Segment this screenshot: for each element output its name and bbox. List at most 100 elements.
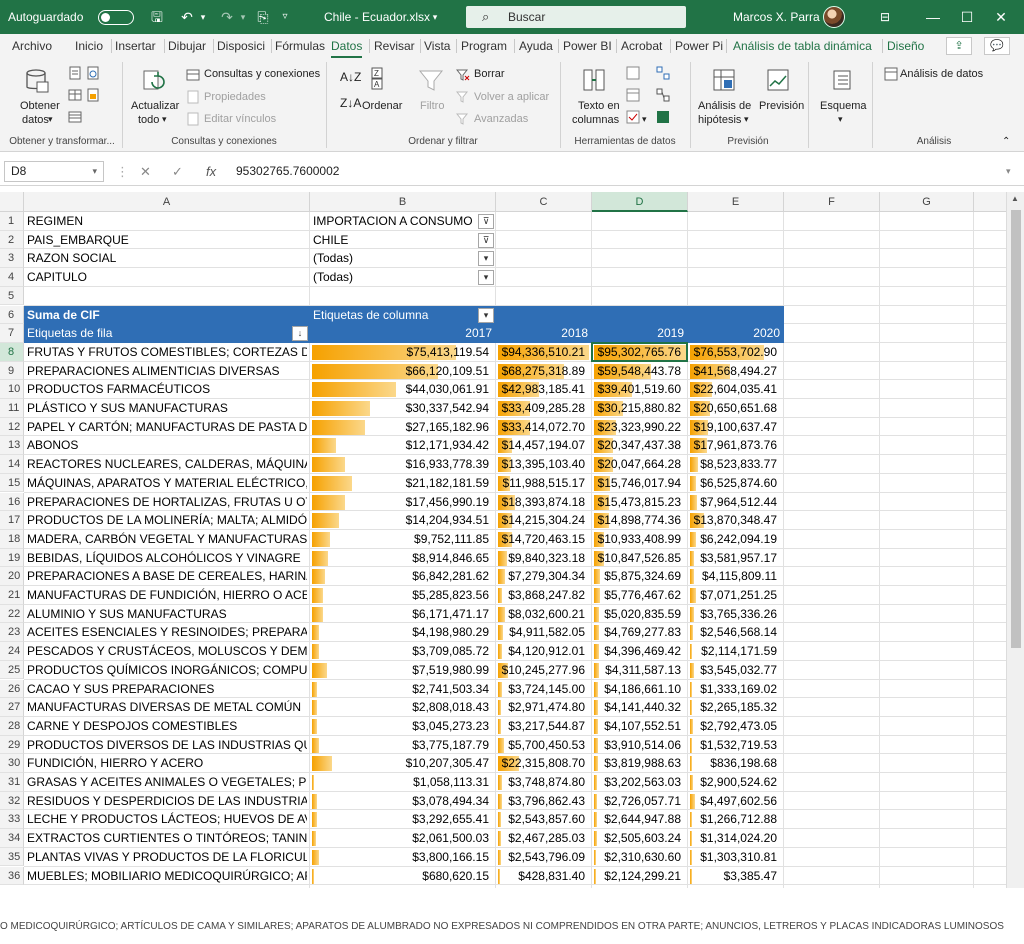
pivot-value-cell[interactable]: $6,242,094.19 <box>691 530 781 549</box>
analisis-datos-button[interactable]: Análisis de datos <box>900 68 983 80</box>
validation-chevron-icon[interactable]: ▾ <box>642 114 647 125</box>
pivot-value-cell[interactable]: $15,473,815.23 <box>595 493 685 512</box>
filter-active-icon[interactable]: ⊽ <box>478 214 494 229</box>
pivot-value-cell[interactable]: $4,141,440.32 <box>595 698 685 717</box>
pivot-value-cell[interactable]: $6,525,874.60 <box>691 474 781 493</box>
row-header[interactable]: 28 <box>0 716 24 736</box>
pivot-value-cell[interactable]: $428,831.40 <box>499 867 589 886</box>
pivot-row-label[interactable]: ALUMINIO Y SUS MANUFACTURAS <box>27 605 307 624</box>
column-labels-dropdown-button[interactable]: ▾ <box>478 307 494 323</box>
pivot-value-cell[interactable]: $14,720,463.15 <box>499 530 589 549</box>
queries-connections-icon[interactable] <box>186 68 200 82</box>
tab-analisis-tabla-dinamica[interactable]: Análisis de tabla dinámica <box>733 34 872 58</box>
tab-inicio[interactable]: Inicio <box>75 34 103 58</box>
pivot-value-cell[interactable]: $27,165,182.96 <box>313 418 493 437</box>
pivot-value-cell[interactable]: $3,217,544.87 <box>499 717 589 736</box>
pivot-row-label[interactable]: PLÁSTICO Y SUS MANUFACTURAS <box>27 399 307 418</box>
quick-access-icon[interactable]: ⎘ <box>252 0 274 34</box>
tab-archivo[interactable]: Archivo <box>12 34 52 58</box>
name-box[interactable]: D8 ▾ <box>4 161 104 182</box>
customize-toolbar-icon[interactable]: ▿ <box>278 0 292 34</box>
pivot-row-label[interactable]: MANUFACTURAS DIVERSAS DE METAL COMÚN <box>27 698 307 717</box>
select-all-corner[interactable] <box>0 192 24 212</box>
row-header[interactable]: 27 <box>0 698 24 717</box>
pivot-value-cell[interactable]: $1,303,310.81 <box>691 848 781 867</box>
row-header[interactable]: 25 <box>0 660 24 680</box>
forecast-sheet-icon[interactable] <box>766 68 792 94</box>
pivot-value-cell[interactable]: $41,568,494.27 <box>691 362 781 381</box>
sort-icon[interactable]: ZA <box>370 66 396 92</box>
pivot-value-cell[interactable]: $2,124,299.21 <box>595 867 685 886</box>
filtro-button[interactable]: Filtro <box>420 100 444 112</box>
column-header-d[interactable]: D <box>592 192 688 212</box>
pivot-row-label[interactable]: FUNDICIÓN, HIERRO Y ACERO <box>27 754 307 773</box>
pivot-value-cell[interactable]: $1,314,024.20 <box>691 829 781 848</box>
pivot-value-cell[interactable]: $5,700,450.53 <box>499 736 589 755</box>
sort-za-icon[interactable]: Z↓A <box>340 96 361 110</box>
redo-icon[interactable]: ↷ <box>216 0 238 34</box>
from-table-icon[interactable] <box>68 88 82 102</box>
row-header[interactable]: 36 <box>0 866 24 886</box>
pivot-value-cell[interactable]: $9,840,323.18 <box>499 549 589 568</box>
pivot-row-label[interactable]: PREPARACIONES ALIMENTICIAS DIVERSAS <box>27 362 307 381</box>
column-header-f[interactable]: F <box>784 192 880 212</box>
pivot-value-cell[interactable]: $13,870,348.47 <box>691 511 781 530</box>
row-header[interactable]: 18 <box>0 529 24 549</box>
outline-icon[interactable] <box>830 68 856 94</box>
pivot-value-cell[interactable]: $19,100,637.47 <box>691 418 781 437</box>
row-header[interactable]: 19 <box>0 548 24 568</box>
what-if-analysis-icon[interactable] <box>712 68 738 94</box>
row-header[interactable]: 10 <box>0 380 24 399</box>
minimize-icon[interactable]: — <box>918 0 948 34</box>
cancel-icon[interactable]: ✕ <box>140 161 151 182</box>
tab-vista[interactable]: Vista <box>424 34 450 58</box>
pivot-value-cell[interactable]: $7,279,304.34 <box>499 567 589 586</box>
pivot-value-cell[interactable]: $1,333,169.02 <box>691 680 781 699</box>
pivot-value-cell[interactable]: $5,776,467.62 <box>595 586 685 605</box>
pivot-row-label[interactable]: PRODUCTOS QUÍMICOS INORGÁNICOS; COMPUES <box>27 661 307 680</box>
esquema-chevron-icon[interactable]: ▾ <box>838 114 843 125</box>
pivot-value-cell[interactable]: $3,775,187.79 <box>313 736 493 755</box>
pivot-value-cell[interactable]: $2,726,057.71 <box>595 792 685 811</box>
tab-formulas[interactable]: Fórmulas <box>275 34 325 58</box>
pivot-value-cell[interactable]: $17,961,873.76 <box>691 436 781 455</box>
pivot-value-cell[interactable]: $2,265,185.32 <box>691 698 781 717</box>
pivot-value-cell[interactable]: $8,523,833.77 <box>691 455 781 474</box>
pivot-value-cell[interactable]: $94,336,510.21 <box>499 343 589 362</box>
undo-dropdown-icon[interactable]: ▾ <box>198 0 208 34</box>
pivot-row-label[interactable]: MÁQUINAS, APARATOS Y MATERIAL ELÉCTRICO,… <box>27 474 307 493</box>
remove-duplicates-icon[interactable] <box>626 88 640 102</box>
pivot-row-label[interactable]: PRODUCTOS DE LA MOLINERÍA; MALTA; ALMIDÓ… <box>27 511 307 530</box>
pivot-value-cell[interactable]: $21,182,181.59 <box>313 474 493 493</box>
obtener-datos-label[interactable]: Obtener <box>20 100 60 112</box>
avatar[interactable] <box>823 6 845 28</box>
worksheet-grid[interactable]: ABCDEFGH 1234567891011121314151617181920… <box>0 192 1006 888</box>
prevision-button[interactable]: Previsión <box>759 100 804 112</box>
undo-icon[interactable]: ↶ <box>176 0 198 34</box>
database-icon[interactable] <box>24 68 50 94</box>
row-header[interactable]: 16 <box>0 492 24 512</box>
tab-program[interactable]: Program <box>461 34 507 58</box>
text-to-columns-icon[interactable] <box>582 68 608 94</box>
todo-label[interactable]: todo <box>138 114 159 126</box>
filter-icon[interactable] <box>418 68 444 94</box>
pivot-row-label[interactable]: BEBIDAS, LÍQUIDOS ALCOHÓLICOS Y VINAGRE <box>27 549 307 568</box>
pivot-value-cell[interactable]: $4,107,552.51 <box>595 717 685 736</box>
enter-icon[interactable]: ✓ <box>172 161 183 182</box>
data-analysis-icon[interactable] <box>884 67 898 81</box>
vertical-scrollbar[interactable]: ▲ <box>1006 192 1024 888</box>
from-web-icon[interactable] <box>86 66 100 80</box>
filename-chevron-icon[interactable]: ▾ <box>430 0 440 34</box>
tab-insertar[interactable]: Insertar <box>115 34 156 58</box>
pivot-value-cell[interactable]: $3,078,494.34 <box>313 792 493 811</box>
pivot-row-label[interactable]: PRODUCTOS DIVERSOS DE LAS INDUSTRIAS QUÍ… <box>27 736 307 755</box>
pivot-value-cell[interactable]: $3,709,085.72 <box>313 642 493 661</box>
pivot-value-cell[interactable]: $5,285,823.56 <box>313 586 493 605</box>
row-header[interactable]: 2 <box>0 230 24 250</box>
column-header-g[interactable]: G <box>880 192 974 212</box>
consultas-conexiones-button[interactable]: Consultas y conexiones <box>204 68 320 80</box>
sort-az-icon[interactable]: A↓Z <box>340 70 361 84</box>
pivot-value-cell[interactable]: $2,114,171.59 <box>691 642 781 661</box>
pivot-value-cell[interactable]: $16,933,778.39 <box>313 455 493 474</box>
pivot-value-cell[interactable]: $5,020,835.59 <box>595 605 685 624</box>
